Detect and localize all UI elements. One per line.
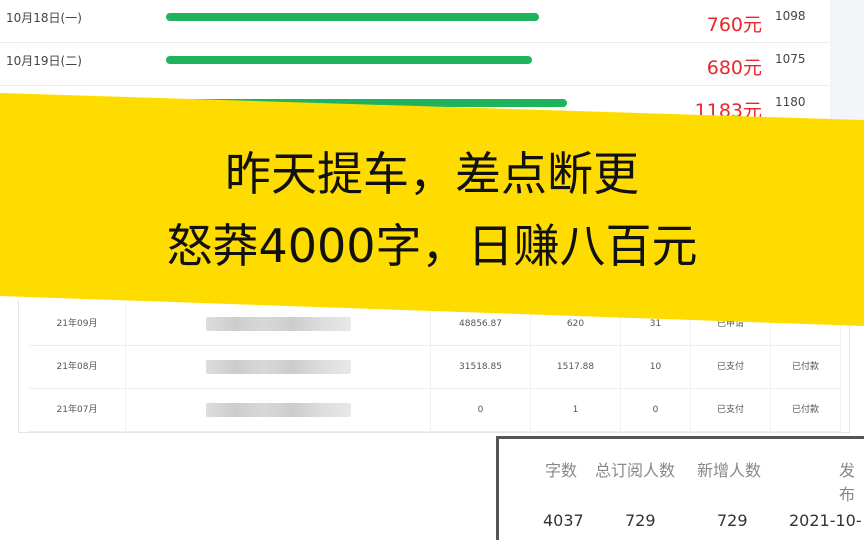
banner-line-2: 怒莽4000字，日赚八百元	[166, 219, 698, 273]
cell-earn: 1517.88	[531, 346, 621, 389]
cell-pay: 已付款	[771, 346, 841, 389]
header-words: 字数	[545, 461, 578, 480]
amount: 760元	[706, 14, 762, 36]
cell-month: 21年09月	[29, 303, 126, 346]
header-subscribers: 总订阅人数	[595, 461, 676, 480]
count: 1098	[775, 9, 806, 23]
list-item: 10月19日(二) 680元 1075	[0, 43, 830, 86]
chapter-stats-panel: 字数 总订阅人数 新增人数 发布 4037 729 729 2021-10-	[496, 436, 864, 540]
cell-status: 已支付	[691, 389, 771, 432]
count: 1075	[775, 52, 806, 66]
cell-blurred	[126, 389, 431, 432]
value-subscribers: 729	[625, 511, 656, 530]
header-publish: 发布	[839, 461, 856, 504]
date: 10月19日(二)	[6, 54, 82, 68]
cell-n: 0	[621, 389, 691, 432]
progress-bar	[166, 13, 539, 21]
list-item: 10月18日(一) 760元 1098	[0, 0, 830, 43]
cell-total: 31518.85	[431, 346, 531, 389]
value-words: 4037	[543, 511, 584, 530]
blurred-title	[205, 359, 351, 374]
table-row: 21年08月 31518.85 1517.88 10 已支付 已付款	[29, 346, 841, 389]
banner-line-1: 昨天提车，差点断更	[225, 147, 639, 201]
progress-bar	[166, 56, 532, 64]
cell-total: 0	[431, 389, 531, 432]
value-new: 729	[717, 511, 748, 530]
table-row: 21年07月 0 1 0 已支付 已付款	[29, 389, 841, 432]
cell-month: 21年07月	[29, 389, 126, 432]
count: 1180	[775, 95, 806, 109]
value-publish: 2021-10-	[789, 511, 862, 530]
cell-month: 21年08月	[29, 346, 126, 389]
cell-n: 10	[621, 346, 691, 389]
blurred-title	[205, 402, 351, 417]
cell-pay: 已付款	[771, 389, 841, 432]
date: 10月18日(一)	[6, 11, 82, 25]
cell-earn: 1	[531, 389, 621, 432]
cell-blurred	[126, 303, 431, 346]
amount: 680元	[706, 57, 762, 79]
header-new: 新增人数	[697, 461, 762, 480]
blurred-title	[205, 316, 351, 331]
cell-blurred	[126, 346, 431, 389]
cell-status: 已支付	[691, 346, 771, 389]
